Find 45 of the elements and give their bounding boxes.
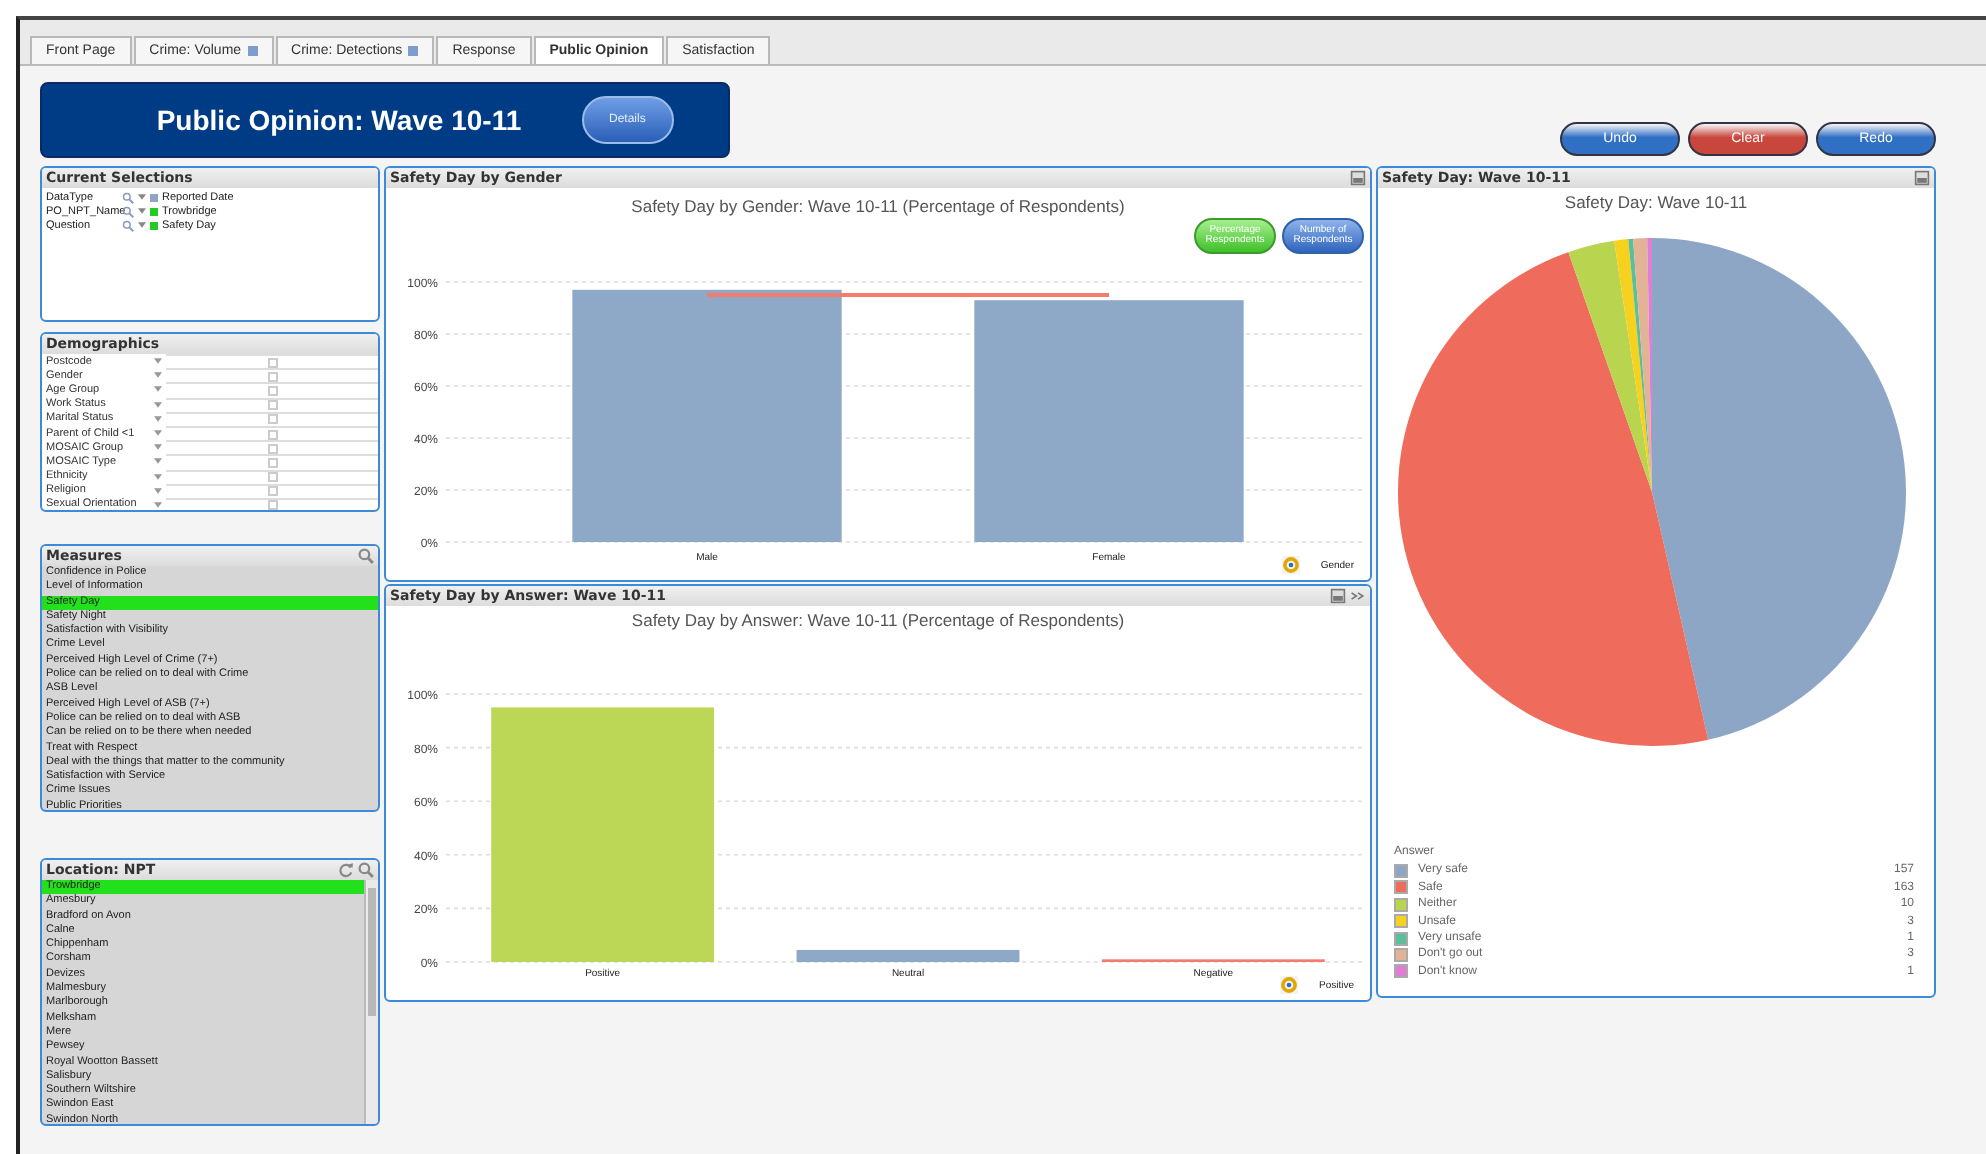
checkbox[interactable] <box>267 429 277 440</box>
document-icon[interactable] <box>1350 170 1366 186</box>
filter-field[interactable] <box>166 454 378 469</box>
filter-field[interactable] <box>166 368 378 383</box>
checkbox[interactable] <box>267 443 277 454</box>
filter-field[interactable] <box>166 382 378 398</box>
checkbox[interactable] <box>267 400 277 411</box>
chart-title: Safety Day by Answer: Wave 10-11 (Percentage of Respondents) <box>631 610 1125 630</box>
cycle-icon[interactable] <box>1280 976 1299 994</box>
search-icon[interactable] <box>358 862 374 878</box>
search-icon[interactable] <box>358 548 374 564</box>
checkbox[interactable] <box>267 472 277 483</box>
search-icon[interactable] <box>122 205 134 217</box>
checkbox[interactable] <box>267 486 277 497</box>
checkbox[interactable] <box>267 357 277 368</box>
filter-field[interactable] <box>166 411 378 426</box>
filter-field[interactable] <box>166 483 378 498</box>
filter-field[interactable] <box>166 397 378 412</box>
pie-slice[interactable] <box>1614 239 1652 492</box>
checkbox[interactable] <box>267 385 277 396</box>
filter-field[interactable] <box>166 425 378 441</box>
filter-field[interactable] <box>166 497 378 510</box>
checkbox[interactable] <box>267 371 277 382</box>
document-icon[interactable] <box>1914 170 1930 186</box>
double-chevron-icon[interactable] <box>1350 588 1366 604</box>
pie-slice[interactable] <box>1652 238 1906 740</box>
search-icon[interactable] <box>122 191 134 203</box>
search-icon[interactable] <box>122 219 134 231</box>
cycle-icon[interactable] <box>1282 556 1301 574</box>
filter-field[interactable] <box>166 354 378 369</box>
checkbox[interactable] <box>267 457 277 468</box>
chart-title: Safety Day by Gender: Wave 10-11 (Percentage of Respondents) <box>631 196 1125 216</box>
filter-field[interactable] <box>166 469 378 484</box>
checkbox[interactable] <box>267 414 277 425</box>
checkbox[interactable] <box>267 500 277 510</box>
banner-title: Public Opinion: Wave 10-11 <box>156 104 522 136</box>
pie-slice[interactable] <box>1628 238 1652 492</box>
scrollbar[interactable] <box>364 880 378 1124</box>
document-icon[interactable] <box>1330 588 1346 604</box>
chart-title: Safety Day: Wave 10-11 <box>1564 192 1748 212</box>
filter-field[interactable] <box>166 440 378 455</box>
pie-slice[interactable] <box>1398 252 1709 746</box>
refresh-icon[interactable] <box>338 862 354 878</box>
bar[interactable] <box>796 949 1020 962</box>
pie-slice[interactable] <box>1568 240 1652 492</box>
